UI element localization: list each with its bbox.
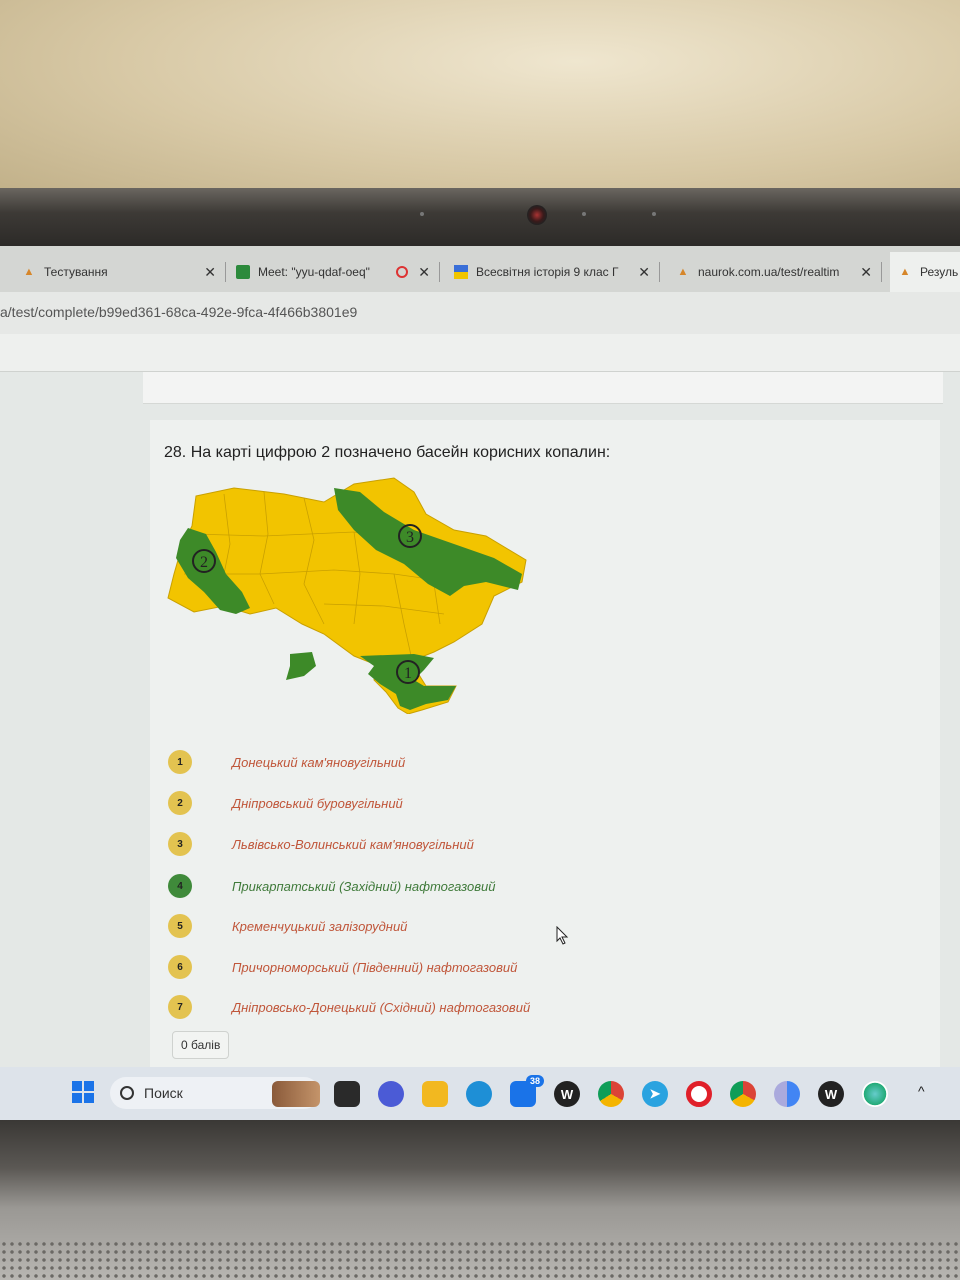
word-icon[interactable]: W [554, 1081, 580, 1107]
webcam [527, 205, 547, 225]
option-label[interactable]: Львівсько-Волинський кам'яновугільний [232, 837, 474, 852]
widget-icon[interactable] [272, 1081, 320, 1107]
warning-icon: ▲ [899, 266, 911, 278]
answer-option-5[interactable]: 5 Кременчуцький залізорудний [168, 914, 407, 938]
option-number: 7 [168, 995, 192, 1019]
bookmarks-bar [0, 334, 960, 372]
warning-icon: ▲ [23, 266, 35, 278]
taskbar: Поиск 38 W ➤ W ^ [0, 1067, 960, 1126]
recording-icon [396, 266, 408, 278]
question-card: 28. На карті цифрою 2 позначено басейн к… [150, 420, 940, 1070]
marker-2-label: 2 [200, 554, 208, 571]
tab-label: Всесвітня історія 9 клас Г [476, 265, 619, 279]
speaker-grille [0, 1240, 960, 1280]
tab-bar: ▲ Тестування ✕ Meet: "yyu-qdaf-oeq" ✕ Вс… [0, 246, 960, 292]
option-number: 6 [168, 955, 192, 979]
tab-history[interactable]: Всесвітня історія 9 клас Г ✕ [446, 252, 660, 292]
tab-label: naurok.com.ua/test/realtim [698, 265, 840, 279]
folder-icon[interactable] [422, 1081, 448, 1107]
option-label[interactable]: Дніпровський буровугільний [232, 796, 403, 811]
marker-3-label: 3 [406, 529, 414, 546]
chrome-icon[interactable] [730, 1081, 756, 1107]
option-number: 5 [168, 914, 192, 938]
tab-naurok-realtime[interactable]: ▲ naurok.com.ua/test/realtim ✕ [668, 252, 882, 292]
option-number: 4 [168, 874, 192, 898]
sensor-dot [420, 212, 424, 216]
tab-label: Резуль [920, 265, 959, 279]
flag-icon [454, 265, 468, 279]
search-icon [120, 1086, 134, 1100]
close-icon[interactable]: ✕ [638, 264, 650, 281]
laptop-bezel-top [0, 188, 960, 250]
files-icon[interactable] [334, 1081, 360, 1107]
close-icon[interactable]: ✕ [204, 264, 216, 281]
marker-1-label: 1 [404, 665, 412, 682]
word-icon[interactable]: W [818, 1081, 844, 1107]
mail-icon[interactable]: 38 [510, 1075, 544, 1107]
tab-results[interactable]: ▲ Резуль [890, 252, 960, 292]
answer-option-7[interactable]: 7 Дніпровсько-Донецький (Східний) нафтог… [168, 995, 530, 1019]
option-label[interactable]: Кременчуцький залізорудний [232, 919, 407, 934]
option-label[interactable]: Причорноморський (Південний) нафтогазови… [232, 960, 517, 975]
page-content: 28. На карті цифрою 2 позначено басейн к… [0, 372, 960, 1070]
meet-icon [236, 265, 250, 279]
option-label[interactable]: Дніпровсько-Донецький (Східний) нафтогаз… [232, 1000, 530, 1015]
close-icon[interactable]: ✕ [860, 264, 872, 281]
warning-icon: ▲ [677, 266, 689, 278]
question-text: 28. На карті цифрою 2 позначено басейн к… [164, 444, 611, 461]
answer-option-1[interactable]: 1 Донецький кам'яновугільний [168, 750, 405, 774]
sensor-dot [652, 212, 656, 216]
url-text[interactable]: a/test/complete/b99ed361-68ca-492e-9fca-… [0, 304, 357, 320]
tab-label: Тестування [44, 265, 108, 279]
edge-icon[interactable] [466, 1081, 492, 1107]
sensor-dot [582, 212, 586, 216]
mail-badge: 38 [525, 1075, 544, 1087]
opera-icon[interactable] [686, 1081, 712, 1107]
option-number: 2 [168, 791, 192, 815]
answer-option-2[interactable]: 2 Дніпровський буровугільний [168, 791, 403, 815]
answer-option-6[interactable]: 6 Причорноморський (Південний) нафтогазо… [168, 955, 517, 979]
option-label[interactable]: Донецький кам'яновугільний [232, 755, 405, 770]
ukraine-map: 2 3 1 [167, 477, 527, 714]
option-number: 3 [168, 832, 192, 856]
answer-option-4[interactable]: 4 Прикарпатський (Західний) нафтогазовий [168, 874, 496, 898]
globe-icon[interactable] [862, 1081, 888, 1107]
zone-1 [286, 652, 316, 680]
screen: ▲ Тестування ✕ Meet: "yyu-qdaf-oeq" ✕ Вс… [0, 246, 960, 1126]
chevron-up-icon[interactable]: ^ [918, 1083, 925, 1099]
close-icon[interactable]: ✕ [418, 264, 430, 281]
mouse-cursor-icon [556, 926, 569, 945]
previous-question-card [143, 372, 943, 404]
option-number: 1 [168, 750, 192, 774]
chat-icon[interactable] [378, 1081, 404, 1107]
tab-meet[interactable]: Meet: "yyu-qdaf-oeq" ✕ [228, 252, 440, 292]
answer-option-3[interactable]: 3 Львівсько-Волинський кам'яновугільний [168, 832, 474, 856]
score-badge: 0 балів [172, 1031, 230, 1059]
tab-label: Meet: "yyu-qdaf-oeq" [258, 265, 370, 279]
windows-icon[interactable] [72, 1081, 94, 1103]
tab-testing[interactable]: ▲ Тестування ✕ [14, 252, 226, 292]
option-label[interactable]: Прикарпатський (Західний) нафтогазовий [232, 879, 496, 894]
chrome-icon[interactable] [774, 1081, 800, 1107]
room-wall [0, 0, 960, 205]
telegram-icon[interactable]: ➤ [642, 1081, 668, 1107]
address-bar[interactable]: a/test/complete/b99ed361-68ca-492e-9fca-… [0, 292, 960, 334]
search-label: Поиск [144, 1085, 183, 1101]
chrome-icon[interactable] [598, 1081, 624, 1107]
